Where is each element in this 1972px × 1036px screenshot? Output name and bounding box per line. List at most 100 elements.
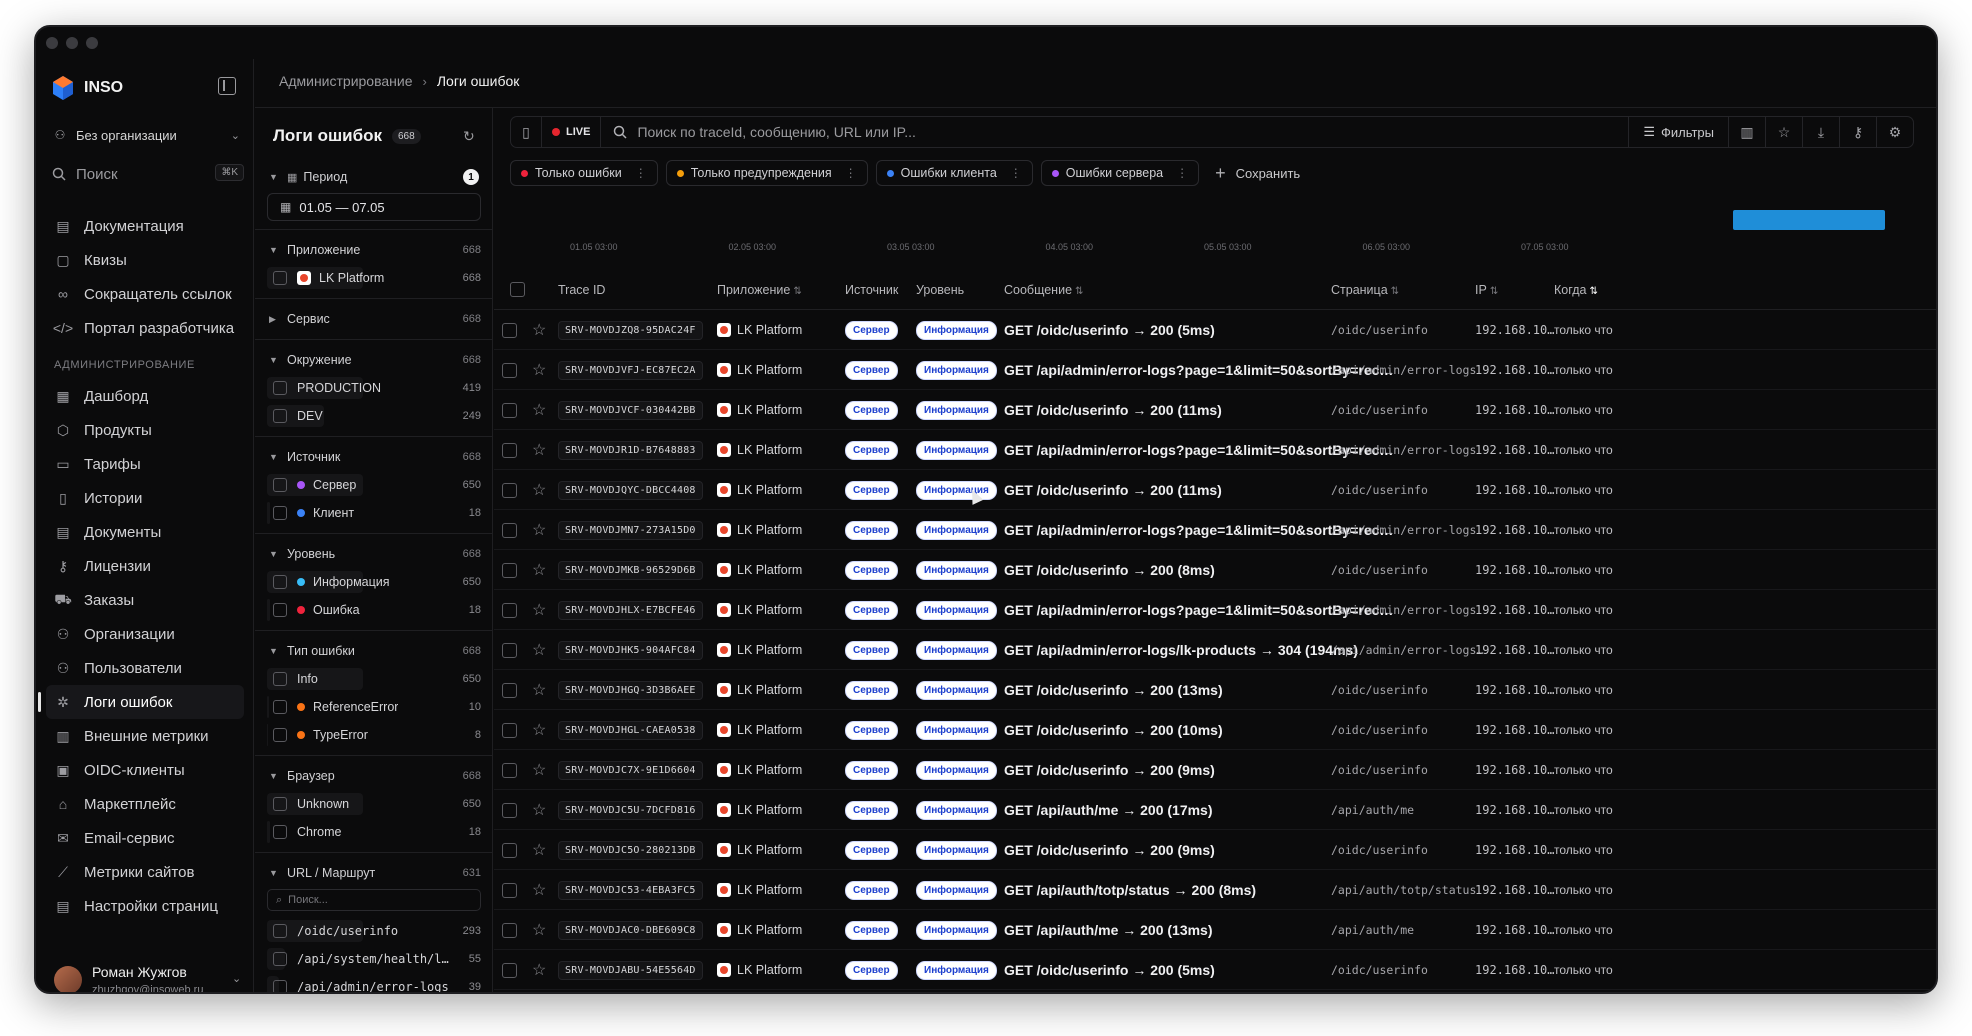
row-checkbox[interactable] bbox=[502, 882, 517, 898]
table-row[interactable]: ☆ SRV-MOVDJHGQ-3D3B6AEE LK Platform Сервер И… bbox=[494, 670, 1936, 710]
more-vertical-icon[interactable]: ⋮ bbox=[1176, 166, 1188, 180]
trace-id[interactable]: SRV-MOVDJHLX-E7BCFE46 bbox=[558, 600, 703, 620]
star-icon[interactable]: ☆ bbox=[532, 640, 546, 660]
filter-group-header[interactable]: ▼ Браузер 668 bbox=[255, 762, 492, 790]
window-minimize-button[interactable] bbox=[66, 37, 78, 49]
filter-checkbox[interactable] bbox=[273, 797, 287, 811]
table-row[interactable]: ☆ SRV-MOVDJAC0-DBE609C8 LK Platform Сервер И… bbox=[494, 910, 1936, 950]
sidebar-item-link[interactable]: ∞ Сокращатель ссылок bbox=[46, 277, 244, 311]
live-toggle[interactable]: LIVE bbox=[541, 117, 602, 147]
window-close-button[interactable] bbox=[46, 37, 58, 49]
row-checkbox[interactable] bbox=[502, 602, 517, 618]
sidebar-item-dashboard[interactable]: ▦ Дашборд bbox=[46, 379, 244, 413]
filter-group-header[interactable]: ▼ URL / Маршрут 631 bbox=[255, 859, 492, 887]
table-row[interactable]: ☆ SRV-MOVDJZQ8-95DAC24F LK Platform Сервер И… bbox=[494, 310, 1936, 350]
brand[interactable]: INSO bbox=[50, 75, 123, 101]
sidebar-item-layout[interactable]: ▤ Настройки страниц bbox=[46, 889, 244, 923]
more-vertical-icon[interactable]: ⋮ bbox=[1010, 166, 1022, 180]
star-icon[interactable]: ☆ bbox=[532, 840, 546, 860]
star-icon[interactable]: ☆ bbox=[1765, 117, 1802, 147]
filter-option[interactable]: DEV 249 bbox=[255, 402, 492, 430]
filter-checkbox[interactable] bbox=[273, 271, 287, 285]
sidebar-item-users[interactable]: ⚇ Организации bbox=[46, 617, 244, 651]
filter-option[interactable]: PRODUCTION 419 bbox=[255, 374, 492, 402]
row-checkbox[interactable] bbox=[502, 362, 517, 378]
filter-option[interactable]: /api/admin/error-logs 39 bbox=[255, 973, 492, 992]
filter-group-header[interactable]: ▶ Сервис 668 bbox=[255, 305, 492, 333]
filter-option[interactable]: TypeError 8 bbox=[255, 721, 492, 749]
filter-checkbox[interactable] bbox=[273, 700, 287, 714]
filter-option[interactable]: /oidc/userinfo 293 bbox=[255, 917, 492, 945]
star-icon[interactable]: ☆ bbox=[532, 880, 546, 900]
sidebar-item-trend[interactable]: ⟋ Метрики сайтов bbox=[46, 855, 244, 889]
table-row[interactable]: ☆ SRV-MOVDJC7X-9E1D6604 LK Platform Сервер И… bbox=[494, 750, 1936, 790]
row-checkbox[interactable] bbox=[502, 962, 517, 978]
star-icon[interactable]: ☆ bbox=[532, 920, 546, 940]
row-checkbox[interactable] bbox=[502, 442, 517, 458]
trace-id[interactable]: SRV-MOVDJABU-54E5564D bbox=[558, 960, 703, 980]
trace-id[interactable]: SRV-MOVDJVFJ-EC87EC2A bbox=[558, 360, 703, 380]
table-row[interactable]: ☆ SRV-MOVDJMN7-273A15D0 LK Platform Сервер И… bbox=[494, 510, 1936, 550]
sidebar-item-cart[interactable]: ⛟ Заказы bbox=[46, 583, 244, 617]
filter-checkbox[interactable] bbox=[273, 980, 287, 992]
refresh-icon[interactable]: ↻ bbox=[463, 128, 475, 145]
period-date-input[interactable]: ▦ 01.05 — 07.05 bbox=[267, 193, 481, 221]
url-filter-search[interactable]: ⌕ Поиск... bbox=[267, 889, 481, 911]
quick-filter-chip[interactable]: Только ошибки ⋮ bbox=[510, 160, 658, 186]
row-checkbox[interactable] bbox=[502, 562, 517, 578]
more-vertical-icon[interactable]: ⋮ bbox=[635, 166, 647, 180]
table-row[interactable]: ☆ SRV-MOVDJABU-54E5564D LK Platform Сервер И… bbox=[494, 950, 1936, 990]
row-checkbox[interactable] bbox=[502, 522, 517, 538]
star-icon[interactable]: ☆ bbox=[532, 440, 546, 460]
filter-checkbox[interactable] bbox=[273, 575, 287, 589]
col-message[interactable]: Сообщение ⇅ bbox=[1004, 283, 1083, 297]
quick-filter-chip[interactable]: Ошибки сервера ⋮ bbox=[1040, 160, 1200, 186]
sidebar-item-user-cog[interactable]: ⚇ Пользователи bbox=[46, 651, 244, 685]
trace-id[interactable]: SRV-MOVDJR1D-B7648883 bbox=[558, 440, 703, 460]
filter-checkbox[interactable] bbox=[273, 409, 287, 423]
table-row[interactable]: ☆ SRV-MOVDJR1D-B7648883 LK Platform Сервер И… bbox=[494, 430, 1936, 470]
filter-checkbox[interactable] bbox=[273, 825, 287, 839]
quick-filter-chip[interactable]: Только предупреждения ⋮ bbox=[665, 160, 868, 186]
row-checkbox[interactable] bbox=[502, 682, 517, 698]
star-icon[interactable]: ☆ bbox=[532, 800, 546, 820]
table-row[interactable]: ☆ SRV-MOVDJC5O-280213DB LK Platform Сервер И… bbox=[494, 830, 1936, 870]
chart-icon[interactable]: ▥ bbox=[1728, 117, 1765, 147]
filters-button[interactable]: ☰ Фильтры bbox=[1628, 117, 1728, 147]
sidebar-item-bar-chart[interactable]: ▥ Внешние метрики bbox=[46, 719, 244, 753]
trace-id[interactable]: SRV-MOVDJC5O-280213DB bbox=[558, 840, 703, 860]
filter-option[interactable]: Unknown 650 bbox=[255, 790, 492, 818]
filter-group-header[interactable]: ▼ Приложение 668 bbox=[255, 236, 492, 264]
sidebar-item-bug[interactable]: ✲ Логи ошибок bbox=[38, 685, 244, 719]
filter-group-header[interactable]: ▼ Источник 668 bbox=[255, 443, 492, 471]
row-checkbox[interactable] bbox=[502, 322, 517, 338]
filter-option[interactable]: ReferenceError 10 bbox=[255, 693, 492, 721]
star-icon[interactable]: ☆ bbox=[532, 560, 546, 580]
row-checkbox[interactable] bbox=[502, 802, 517, 818]
sidebar-item-doc[interactable]: ▤ Документация bbox=[46, 209, 244, 243]
row-checkbox[interactable] bbox=[502, 482, 517, 498]
more-vertical-icon[interactable]: ⋮ bbox=[845, 166, 857, 180]
col-ip[interactable]: IP ⇅ bbox=[1475, 283, 1498, 297]
table-row[interactable]: ☆ SRV-MOVDJC5U-7DCFD816 LK Platform Сервер И… bbox=[494, 790, 1936, 830]
filter-group-header[interactable]: ▼ ▦ Период 1 bbox=[255, 163, 492, 191]
filter-checkbox[interactable] bbox=[273, 603, 287, 617]
star-icon[interactable]: ☆ bbox=[532, 760, 546, 780]
filter-checkbox[interactable] bbox=[273, 506, 287, 520]
trace-id[interactable]: SRV-MOVDJZQ8-95DAC24F bbox=[558, 320, 703, 340]
save-filter-button[interactable]: + Сохранить bbox=[1207, 163, 1300, 184]
filter-group-header[interactable]: ▼ Уровень 668 bbox=[255, 540, 492, 568]
filter-checkbox[interactable] bbox=[273, 381, 287, 395]
trace-id[interactable]: SRV-MOVDJC53-4EBA3FC5 bbox=[558, 880, 703, 900]
table-row[interactable]: ☆ SRV-MOVDJHGL-CAEA0538 LK Platform Сервер И… bbox=[494, 710, 1936, 750]
table-row[interactable]: ☆ SRV-MOVDJMKB-96529D6B LK Platform Сервер И… bbox=[494, 550, 1936, 590]
sidebar-item-file[interactable]: ▤ Документы bbox=[46, 515, 244, 549]
sidebar-item-card[interactable]: ▭ Тарифы bbox=[46, 447, 244, 481]
col-when[interactable]: Когда ⇅ bbox=[1554, 283, 1598, 297]
sidebar-search[interactable]: Поиск ⌘K bbox=[52, 159, 244, 189]
organization-select[interactable]: ⚇ Без организации ⌄ bbox=[52, 123, 242, 147]
sidebar-collapse-icon[interactable] bbox=[218, 77, 236, 95]
col-app[interactable]: Приложение ⇅ bbox=[717, 283, 802, 297]
filter-option[interactable]: Ошибка 18 bbox=[255, 596, 492, 624]
row-checkbox[interactable] bbox=[502, 402, 517, 418]
